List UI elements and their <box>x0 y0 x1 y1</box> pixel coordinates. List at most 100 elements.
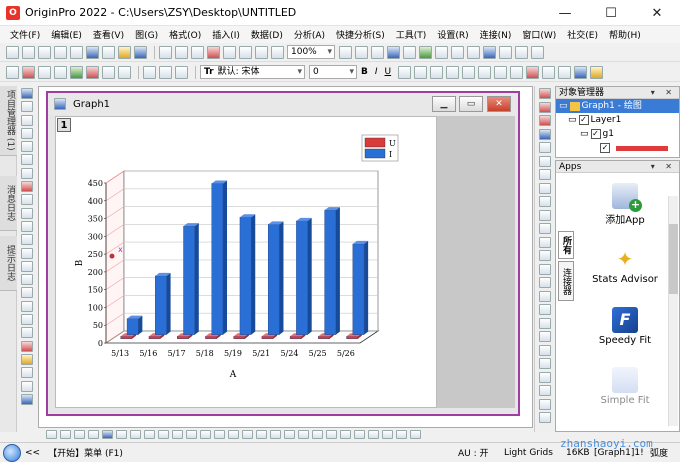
apps-scroll-thumb[interactable] <box>669 224 678 294</box>
panel-controls[interactable]: ▾ ✕ <box>651 161 676 173</box>
zoom-in-icon[interactable] <box>339 45 352 59</box>
tree-item-plot[interactable]: ✓ <box>556 141 679 155</box>
panel-controls[interactable]: ▾ ✕ <box>651 87 676 99</box>
legend-icon[interactable] <box>21 353 33 365</box>
print-icon[interactable] <box>255 45 268 59</box>
menu-edit[interactable]: 编辑(E) <box>51 28 82 41</box>
polar-icon[interactable] <box>538 236 551 248</box>
graph-maximize-button[interactable]: ▭ <box>459 96 483 112</box>
new-layout-icon[interactable] <box>86 45 99 59</box>
add-column-icon[interactable] <box>22 65 35 79</box>
project-explorer-icon[interactable] <box>419 45 432 59</box>
bar-chart-3d[interactable]: x 0 50 100 150 200 250 300 350 400 450 5/13 5/16 5/1… <box>72 133 402 378</box>
new-function-icon[interactable] <box>102 45 115 59</box>
connect-icon[interactable] <box>88 430 99 439</box>
menu-insert[interactable]: 插入(I) <box>212 28 240 41</box>
scatter-plot-icon[interactable] <box>538 101 551 113</box>
data-reader-icon[interactable] <box>21 141 33 153</box>
status-au[interactable]: AU : 开 <box>458 446 489 459</box>
regional-mask-icon[interactable] <box>21 207 33 219</box>
rescale-axis-icon[interactable] <box>21 393 33 405</box>
font-size-combo[interactable]: 0 <box>309 65 357 79</box>
copy-page-icon[interactable] <box>271 45 284 59</box>
menu-quick-analysis[interactable]: 快捷分析(S) <box>336 28 385 41</box>
menu-tools[interactable]: 工具(T) <box>396 28 427 41</box>
minimize-button[interactable]: — <box>542 0 588 26</box>
underline-button[interactable]: U <box>385 67 392 77</box>
app-simple-fit[interactable]: Simple Fit <box>576 367 674 406</box>
menu-file[interactable]: 文件(F) <box>10 28 40 41</box>
draw-data-icon[interactable] <box>21 194 33 206</box>
new-workbook-icon[interactable] <box>22 45 35 59</box>
tab-all-apps[interactable]: 所有 <box>558 231 574 259</box>
grid-icon[interactable] <box>200 430 211 439</box>
worksheet-icon[interactable] <box>6 65 19 79</box>
front-icon[interactable] <box>326 430 337 439</box>
menu-help[interactable]: 帮助(H) <box>609 28 641 41</box>
line-width-icon[interactable] <box>574 65 588 79</box>
plot-checkbox[interactable]: ✓ <box>600 143 610 153</box>
rotate-icon[interactable] <box>242 430 253 439</box>
column-style-icon[interactable] <box>102 430 113 439</box>
recalculate-icon[interactable] <box>191 45 204 59</box>
collapse-icon[interactable]: ▭ <box>568 113 577 127</box>
menu-view[interactable]: 查看(V) <box>93 28 124 41</box>
pattern-icon[interactable] <box>116 430 127 439</box>
theme-icon[interactable] <box>590 65 604 79</box>
layer-icon[interactable] <box>403 45 416 59</box>
tree-item-layer1[interactable]: ▭ ✓ Layer1 <box>556 113 679 127</box>
font-color-icon[interactable] <box>526 65 540 79</box>
zoom-out-icon[interactable] <box>355 45 368 59</box>
scale-icon[interactable] <box>21 114 33 126</box>
back-icon[interactable] <box>340 430 351 439</box>
code-builder-icon[interactable] <box>467 45 480 59</box>
g1-checkbox[interactable]: ✓ <box>590 129 601 139</box>
rescale-icon[interactable] <box>387 45 400 59</box>
add-table-icon[interactable] <box>21 327 33 339</box>
tab-hint-log[interactable]: 提示日志 <box>0 236 17 291</box>
menu-settings[interactable]: 设置(R) <box>437 28 468 41</box>
paste-icon[interactable] <box>175 65 188 79</box>
tab-project-explorer[interactable]: 项目管理器 (1) <box>0 86 17 156</box>
screen-reader-icon[interactable] <box>21 127 33 139</box>
contour-icon[interactable] <box>538 209 551 221</box>
cloud-icon[interactable] <box>531 45 544 59</box>
group-icon[interactable] <box>298 430 309 439</box>
tab-connectors[interactable]: 连接器 <box>558 261 574 301</box>
stack-icon[interactable] <box>538 263 551 275</box>
export-icon[interactable] <box>175 45 188 59</box>
add-layer-icon[interactable] <box>21 314 33 326</box>
add-graph-icon[interactable] <box>21 300 33 312</box>
zoom-pan-icon[interactable] <box>21 101 33 113</box>
align-icon[interactable] <box>354 430 365 439</box>
open-icon[interactable] <box>118 45 131 59</box>
data-selector-icon[interactable] <box>21 154 33 166</box>
collapse-icon[interactable]: ▭ <box>580 127 589 141</box>
subscript-icon[interactable] <box>414 65 428 79</box>
align-right-icon[interactable] <box>510 65 524 79</box>
menu-window[interactable]: 窗口(W) <box>522 28 556 41</box>
ungroup-icon[interactable] <box>312 430 323 439</box>
menu-analysis[interactable]: 分析(A) <box>294 28 325 41</box>
object-manager-icon[interactable] <box>483 45 496 59</box>
image-plot-icon[interactable] <box>538 344 551 356</box>
area-plot-icon[interactable] <box>538 169 551 180</box>
graph-minimize-button[interactable]: ▁ <box>432 96 456 112</box>
histogram-icon[interactable] <box>538 182 551 194</box>
collapse-icon[interactable]: ▭ <box>559 99 568 113</box>
menu-social[interactable]: 社交(E) <box>567 28 598 41</box>
filter-icon[interactable] <box>118 65 131 79</box>
menu-format[interactable]: 格式(O) <box>169 28 201 41</box>
menu-graph[interactable]: 图(G) <box>135 28 158 41</box>
hand-icon[interactable] <box>21 287 33 299</box>
cut-icon[interactable] <box>143 65 156 79</box>
vector-icon[interactable] <box>538 331 551 342</box>
layer-contents-icon[interactable] <box>21 380 33 392</box>
text-tool-icon[interactable] <box>21 220 33 232</box>
template-icon[interactable] <box>538 290 551 302</box>
menu-data[interactable]: 数据(D) <box>251 28 283 41</box>
status-grids[interactable]: Light Grids <box>504 448 553 458</box>
specialized-plot-icon[interactable] <box>538 371 551 383</box>
close-button[interactable]: ✕ <box>634 0 680 26</box>
new-matrix-icon[interactable] <box>54 45 67 59</box>
